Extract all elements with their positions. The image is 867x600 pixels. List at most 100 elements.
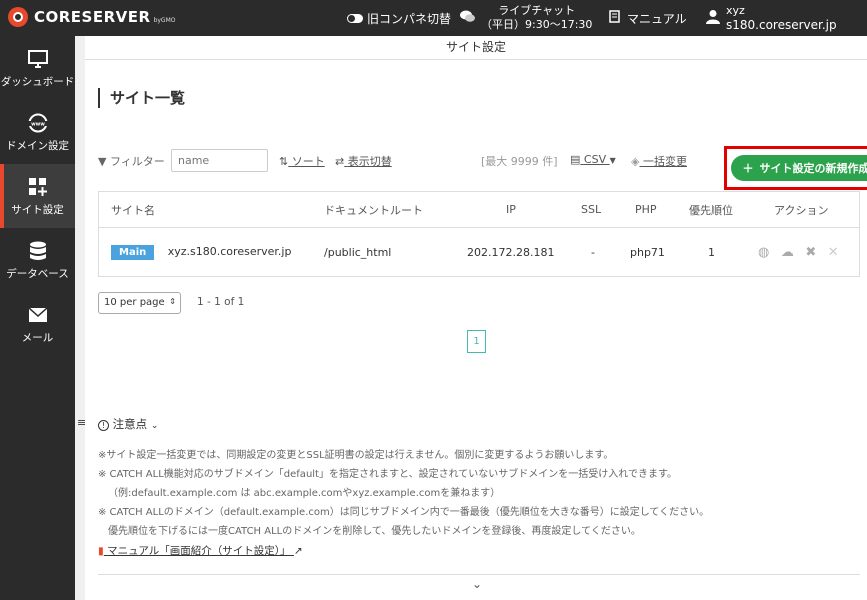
layers-icon: ◈ — [631, 155, 640, 168]
sidebar-item-label: ダッシュボード — [0, 75, 75, 88]
notes-title: 注意点 — [112, 417, 148, 431]
col-ssl: SSL — [581, 203, 602, 216]
note-line: ※ CATCH ALL機能対応のサブドメイン「default」を指定されますと、… — [98, 469, 677, 480]
user-icon — [706, 9, 720, 27]
chevron-down-icon: ⌄ — [150, 421, 159, 431]
user-menu[interactable]: xyz s180.coreserver.jp — [706, 0, 837, 36]
note-line: ※ CATCH ALLのドメイン（default.example.com）は同じ… — [98, 507, 710, 518]
notes-toggle[interactable]: ! 注意点 ⌄ — [98, 416, 158, 432]
coreserver-logo-icon — [8, 7, 28, 27]
page-button[interactable]: 1 — [467, 330, 486, 353]
sort-icon: ⇅ — [279, 155, 289, 168]
csv-dropdown[interactable]: ▤ CSV ▼ — [570, 153, 616, 166]
book-icon — [608, 10, 621, 26]
manual-label: マニュアル — [627, 11, 687, 26]
grid-plus-icon — [28, 176, 47, 198]
table-row[interactable]: Main xyz.s180.coreserver.jp /public_html… — [99, 228, 859, 276]
new-button-highlight: ＋ サイト設定の新規作成 — [724, 146, 867, 190]
sidebar-item-mail[interactable]: メール — [0, 292, 75, 356]
document-icon: ▤ — [570, 153, 581, 166]
sidebar-item-label: メール — [21, 331, 54, 344]
caret-down-icon: ▼ — [609, 156, 616, 165]
per-page-select[interactable]: 10 per page ⇕ — [98, 292, 181, 314]
note-line: （例:default.example.com は abc.example.com… — [108, 488, 501, 499]
filter-input[interactable] — [171, 149, 268, 172]
col-docroot: ドキュメントルート — [324, 203, 423, 217]
database-icon — [29, 240, 47, 262]
external-link-icon: ↗ — [293, 545, 303, 557]
bulk-edit-link[interactable]: ◈ 一括変更 — [631, 153, 687, 169]
page-title: サイト一覧 — [98, 88, 185, 108]
legacy-panel-label: 旧コンパネ切替 — [367, 11, 452, 26]
notes-list: ※サイト設定一括変更では、同期設定の変更とSSL証明書の設定は行えません。個別に… — [98, 446, 858, 541]
logo-sub: byGMO — [153, 16, 176, 24]
monitor-icon — [27, 48, 48, 70]
ip-cell: 202.172.28.181 — [467, 245, 555, 259]
site-name-cell: Main xyz.s180.coreserver.jp — [111, 244, 292, 260]
toolbar: ▼ フィルター ⇅ ソート ⇄ 表示切替 [最大 9999 件] ▤ CSV ▼… — [98, 146, 867, 190]
filter-label: ▼ フィルター — [98, 155, 165, 168]
sidebar-item-database[interactable]: データベース — [0, 228, 75, 292]
swap-icon: ⇄ — [335, 155, 345, 168]
sidebar-item-domain[interactable]: www ドメイン設定 — [0, 100, 75, 164]
chevron-down-icon[interactable]: ⌄ — [472, 577, 482, 591]
main-content: ≡ サイト設定 サイト一覧 ▼ フィルター ⇅ ソート ⇄ 表示切替 [最大 9… — [75, 36, 867, 600]
max-count: [最大 9999 件] — [481, 155, 558, 168]
manual-link[interactable]: マニュアル — [608, 0, 687, 36]
close-icon[interactable]: ✕ — [828, 245, 839, 260]
php-cell: php71 — [630, 245, 665, 259]
site-table: サイト名 ドキュメントルート IP SSL PHP 優先順位 アクション Mai… — [98, 191, 860, 277]
manual-page-link[interactable]: ▮ マニュアル「画面紹介（サイト設定）」 ↗ — [98, 543, 303, 558]
col-priority: 優先順位 — [689, 203, 733, 217]
globe-icon[interactable]: ◍ — [758, 245, 769, 260]
live-chat-link[interactable]: ライブチャット （平日）9:30〜17:30 — [460, 0, 592, 36]
chat-hours: （平日）9:30〜17:30 — [481, 18, 593, 31]
tools-icon[interactable]: ✖ — [805, 245, 816, 260]
sidebar-item-label: サイト設定 — [11, 203, 64, 216]
filter-icon: ▼ — [98, 155, 107, 168]
user-server: s180.coreserver.jp — [726, 18, 837, 32]
book-icon: ▮ — [98, 545, 104, 557]
ssl-cell: - — [591, 245, 595, 259]
envelope-icon — [28, 304, 47, 326]
sidebar-item-dashboard[interactable]: ダッシュボード — [0, 36, 75, 100]
sidebar-item-label: ドメイン設定 — [6, 139, 69, 152]
cloud-download-icon[interactable]: ☁ — [781, 245, 794, 260]
site-name: xyz.s180.coreserver.jp — [167, 244, 292, 258]
sidebar-item-label: データベース — [6, 267, 69, 280]
toggle-icon — [347, 13, 363, 23]
new-site-button[interactable]: ＋ サイト設定の新規作成 — [731, 155, 867, 181]
result-range: 1 - 1 of 1 — [197, 296, 245, 308]
divider — [98, 574, 860, 575]
chat-title: ライブチャット — [498, 4, 576, 17]
globe-www-icon: www — [27, 112, 48, 134]
table-header: サイト名 ドキュメントルート IP SSL PHP 優先順位 アクション — [99, 192, 859, 228]
sort-link[interactable]: ⇅ ソート — [279, 153, 325, 169]
sidebar-item-site[interactable]: サイト設定 — [0, 164, 75, 228]
breadcrumb: サイト設定 — [85, 36, 867, 60]
display-toggle-link[interactable]: ⇄ 表示切替 — [335, 153, 392, 169]
top-bar: CORESERVER byGMO 旧コンパネ切替 ライブチャット （平日）9:3… — [0, 0, 867, 36]
col-site-name: サイト名 — [111, 203, 155, 217]
chat-bubble-icon — [460, 10, 475, 26]
user-name: xyz — [726, 4, 745, 17]
sidebar: ダッシュボード www ドメイン設定 サイト設定 データベース メール — [0, 36, 75, 600]
note-line: ※サイト設定一括変更では、同期設定の変更とSSL証明書の設定は行えません。個別に… — [98, 450, 614, 461]
info-icon: ! — [98, 420, 109, 431]
col-ip: IP — [506, 203, 516, 216]
logo-text: CORESERVER — [34, 8, 151, 26]
select-arrows-icon: ⇕ — [169, 297, 176, 306]
legacy-panel-toggle[interactable]: 旧コンパネ切替 — [347, 0, 451, 36]
logo[interactable]: CORESERVER byGMO — [8, 7, 175, 27]
main-badge: Main — [111, 244, 155, 260]
priority-cell: 1 — [708, 245, 715, 259]
per-page-value: 10 per page — [104, 297, 165, 308]
actions-cell: ◍ ☁ ✖ ✕ — [758, 245, 847, 260]
collapse-strip[interactable]: ≡ — [75, 36, 86, 600]
note-line: 優先順位を下げるには一度CATCH ALLのドメインを削除して、優先したいドメイ… — [108, 526, 641, 537]
col-php: PHP — [635, 203, 657, 216]
plus-icon: ＋ — [742, 162, 754, 175]
svg-text:www: www — [31, 121, 45, 127]
hamburger-icon[interactable]: ≡ — [77, 416, 86, 429]
col-actions: アクション — [774, 203, 829, 217]
